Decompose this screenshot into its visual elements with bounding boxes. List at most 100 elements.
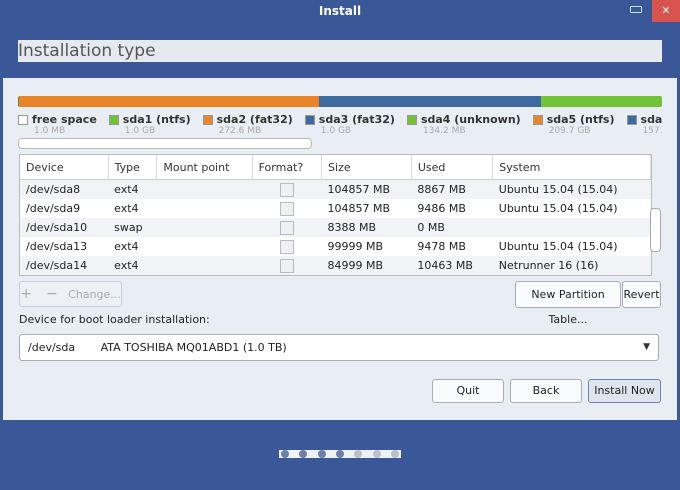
legend-item: sda2 (fat32) 272.6 MB bbox=[202, 113, 293, 139]
format-checkbox[interactable] bbox=[279, 258, 294, 273]
format-checkbox[interactable] bbox=[279, 239, 294, 254]
table-cell: ext4 bbox=[108, 256, 157, 275]
table-cell: ext4 bbox=[114, 202, 139, 215]
change-partition-button[interactable]: Change... bbox=[68, 288, 121, 301]
legend-swatch bbox=[108, 114, 119, 125]
legend-size: 272.6 MB bbox=[218, 126, 262, 136]
page-title: Installation type bbox=[18, 40, 662, 62]
table-scrollbar[interactable] bbox=[650, 208, 661, 252]
legend-size: 1.0 GB bbox=[320, 126, 352, 136]
remove-partition-button[interactable]: − bbox=[46, 286, 58, 302]
legend-item: sda4 (unknown) 134.2 MB bbox=[406, 113, 521, 139]
table-cell: /dev/sda9 bbox=[26, 202, 81, 215]
partition-bar bbox=[18, 96, 662, 107]
legend-item: sda6 (ntfs)157.3 GB bbox=[626, 113, 662, 139]
close-button[interactable]: ✕ bbox=[652, 0, 680, 22]
step-dot bbox=[317, 450, 326, 458]
legend-swatch bbox=[626, 114, 637, 125]
legend-size: 1.0 MB bbox=[34, 126, 66, 136]
legend-item: sda5 (ntfs) 209.7 GB bbox=[532, 113, 615, 139]
table-cell: /dev/sda13 bbox=[26, 240, 88, 253]
legend-size: 134.2 MB bbox=[422, 126, 466, 136]
column-header[interactable]: Mount point bbox=[156, 155, 253, 180]
legend-size: 209.7 GB bbox=[548, 126, 591, 136]
table-cell: 9486 MB bbox=[417, 202, 466, 215]
table-row[interactable]: /dev/sda10 swap 8388 MB 0 MB bbox=[20, 218, 651, 237]
table-cell: 8388 MB bbox=[321, 218, 412, 237]
window-title: Install bbox=[318, 4, 362, 18]
partition-segment bbox=[19, 96, 319, 107]
close-icon: ✕ bbox=[661, 4, 671, 17]
table-cell: 10463 MB bbox=[411, 256, 493, 275]
legend-item: sda1 (ntfs) 1.0 GB bbox=[108, 113, 191, 139]
column-header[interactable]: Format? bbox=[252, 155, 323, 180]
back-button[interactable]: Back bbox=[510, 379, 582, 403]
table-row[interactable]: /dev/sda8 ext4 104857 MB 8867 MB Ubuntu 15.0… bbox=[20, 179, 651, 199]
table-cell bbox=[492, 218, 651, 237]
legend-label: sda4 (unknown) bbox=[420, 113, 521, 126]
column-header[interactable]: System bbox=[492, 155, 651, 180]
column-header[interactable]: Type bbox=[108, 155, 158, 180]
install-now-button[interactable]: Install Now bbox=[588, 379, 661, 403]
column-header[interactable]: Device bbox=[20, 155, 109, 180]
legend-swatch bbox=[532, 114, 543, 125]
legend-size: 1.0 GB bbox=[124, 126, 156, 136]
table-cell: Netrunner 16 (16) bbox=[492, 256, 651, 275]
step-dot bbox=[335, 450, 344, 458]
boot-loader-label: Device for boot loader installation: bbox=[19, 313, 210, 326]
revert-button[interactable]: Revert bbox=[622, 281, 661, 308]
partition-segment bbox=[318, 96, 541, 107]
legend-item: free space 1.0 MB bbox=[18, 113, 97, 139]
boot-device-description: ATA TOSHIBA MQ01ABD1 (1.0 TB) bbox=[100, 341, 287, 354]
column-header[interactable]: Size bbox=[321, 155, 412, 180]
step-dot bbox=[372, 450, 381, 458]
format-checkbox[interactable] bbox=[279, 201, 294, 216]
chevron-down-icon: ▼ bbox=[643, 342, 650, 352]
table-cell: 0 MB bbox=[411, 218, 493, 237]
minimize-icon[interactable] bbox=[630, 6, 642, 13]
legend-label: sda6 (ntfs) bbox=[640, 113, 662, 126]
table-cell: ext4 bbox=[108, 179, 157, 199]
legend-swatch bbox=[304, 114, 315, 125]
edit-buttons: + − Change... bbox=[19, 281, 122, 307]
new-partition-table-button[interactable]: New Partition Table... bbox=[515, 281, 621, 326]
table-cell: 99999 MB bbox=[327, 240, 384, 253]
table-cell: /dev/sda8 bbox=[20, 179, 109, 199]
legend-swatch bbox=[406, 114, 417, 125]
partition-segment bbox=[540, 96, 662, 107]
legend-label: free space bbox=[32, 113, 97, 126]
format-checkbox[interactable] bbox=[279, 220, 294, 235]
table-cell: 84999 MB bbox=[321, 256, 412, 275]
table-cell: 104857 MB bbox=[321, 179, 412, 199]
table-cell: /dev/sda14 bbox=[20, 256, 109, 275]
legend-label: sda1 (ntfs) bbox=[122, 113, 191, 126]
legend-label: sda5 (ntfs) bbox=[546, 113, 615, 126]
legend-size: 157.3 GB bbox=[642, 126, 662, 136]
table-cell: swap bbox=[108, 218, 157, 237]
table-row[interactable]: /dev/sda9 ext4 104857 MB 9486 MB Ubuntu 15.0… bbox=[20, 199, 651, 218]
legend-scrollbar[interactable] bbox=[18, 138, 312, 149]
add-partition-button[interactable]: + bbox=[20, 286, 32, 302]
table-cell: ext4 bbox=[114, 240, 139, 253]
legend-label: sda2 (fat32) bbox=[216, 113, 293, 126]
boot-loader-select[interactable]: /dev/sda ATA TOSHIBA MQ01ABD1 (1.0 TB) ▼ bbox=[19, 334, 659, 361]
boot-device: /dev/sda bbox=[28, 341, 76, 354]
column-header[interactable]: Used bbox=[411, 155, 494, 180]
table-cell bbox=[157, 199, 252, 218]
step-dot bbox=[354, 450, 363, 458]
table-row[interactable]: /dev/sda14 ext4 84999 MB 10463 MB Netrunner … bbox=[20, 256, 651, 275]
table-row[interactable]: /dev/sda13 ext4 99999 MB 9478 MB Ubuntu 15.0… bbox=[20, 237, 651, 256]
partition-legend: free space 1.0 MB sda1 (ntfs) 1.0 GB sda2 (f… bbox=[18, 113, 662, 139]
legend-item: sda3 (fat32) 1.0 GB bbox=[304, 113, 395, 139]
table-cell: 104857 MB bbox=[327, 202, 391, 215]
partition-table: Device Type Mount point Format? Size Used Syst… bbox=[19, 154, 652, 276]
table-cell bbox=[157, 237, 252, 256]
table-cell: 9478 MB bbox=[417, 240, 466, 253]
legend-label: sda3 (fat32) bbox=[318, 113, 395, 126]
format-checkbox[interactable] bbox=[279, 182, 294, 197]
step-dot bbox=[281, 450, 289, 458]
table-cell: /dev/sda10 bbox=[20, 218, 109, 237]
quit-button[interactable]: Quit bbox=[432, 379, 504, 403]
table-cell: Ubuntu 15.04 (15.04) bbox=[498, 240, 618, 253]
legend-swatch bbox=[18, 114, 28, 125]
